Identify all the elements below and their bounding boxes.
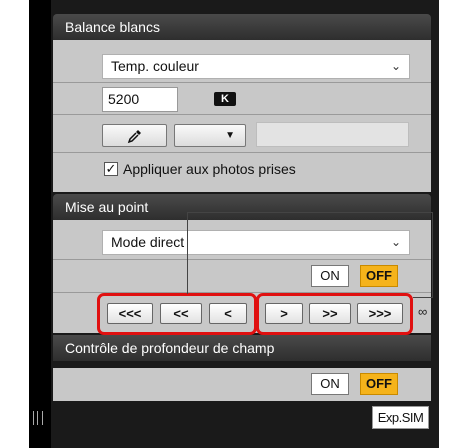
left-rail bbox=[29, 0, 51, 448]
row-divider bbox=[53, 152, 431, 153]
eyedropper-button[interactable] bbox=[102, 124, 167, 147]
exp-sim-indicator: Exp.SIM bbox=[372, 406, 429, 429]
highlight-near-buttons bbox=[97, 293, 257, 335]
row-divider bbox=[53, 114, 431, 115]
callout-line bbox=[432, 212, 433, 298]
focus-on-button[interactable]: ON bbox=[311, 265, 349, 287]
chevron-down-icon: ⌄ bbox=[390, 235, 401, 249]
dof-off-button[interactable]: OFF bbox=[360, 373, 398, 395]
chevron-down-icon: ⌄ bbox=[390, 59, 401, 73]
callout-line bbox=[413, 297, 433, 298]
apply-to-shots-checkbox[interactable]: ✓ bbox=[104, 162, 118, 176]
color-preview-box bbox=[256, 122, 409, 147]
callout-line bbox=[187, 212, 433, 213]
infinity-icon: ∞ bbox=[418, 304, 428, 319]
focus-mode-value: Mode direct bbox=[111, 234, 185, 250]
resize-grip-icon[interactable] bbox=[33, 411, 43, 425]
highlight-far-buttons bbox=[256, 293, 413, 335]
caret-down-icon: ▼ bbox=[225, 130, 235, 141]
focus-off-button[interactable]: OFF bbox=[360, 265, 398, 287]
white-balance-mode-value: Temp. couleur bbox=[111, 58, 199, 74]
white-balance-small-select[interactable]: ▼ bbox=[174, 124, 246, 147]
dof-on-button[interactable]: ON bbox=[311, 373, 349, 395]
depth-of-field-header[interactable]: Contrôle de profondeur de champ bbox=[53, 335, 431, 361]
eyedropper-icon bbox=[127, 130, 141, 144]
white-balance-header[interactable]: Balance blancs bbox=[53, 14, 431, 40]
white-balance-mode-select[interactable]: Temp. couleur ⌄ bbox=[102, 54, 410, 79]
focus-header[interactable]: Mise au point bbox=[53, 194, 431, 220]
row-divider bbox=[53, 82, 431, 83]
callout-line bbox=[187, 212, 188, 294]
focus-mode-select[interactable]: Mode direct ⌄ bbox=[102, 230, 410, 255]
apply-to-shots-label: Appliquer aux photos prises bbox=[123, 161, 296, 177]
kelvin-input[interactable]: 5200 bbox=[102, 87, 178, 112]
row-divider bbox=[53, 259, 431, 260]
kelvin-badge: K bbox=[214, 92, 236, 106]
